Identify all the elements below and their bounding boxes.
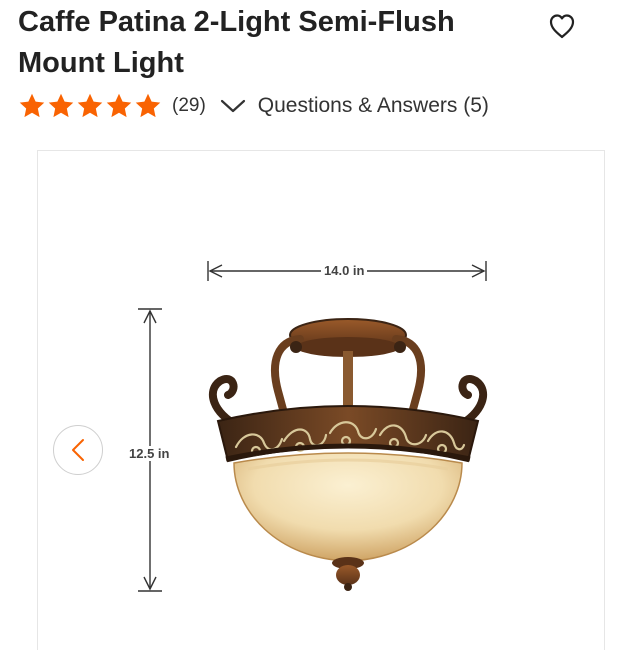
product-title: Caffe Patina 2-Light Semi-Flush Mount Li… bbox=[18, 6, 455, 79]
product-image-frame: 14.0 in 12.5 in bbox=[37, 150, 605, 650]
questions-answers-link[interactable]: Questions & Answers (5) bbox=[258, 94, 489, 118]
previous-image-button[interactable] bbox=[53, 425, 103, 475]
fixture-illustration bbox=[208, 318, 488, 591]
rating-row: (29) Questions & Answers (5) bbox=[18, 92, 489, 120]
ratings-expand-button[interactable] bbox=[220, 93, 246, 119]
chevron-left-icon bbox=[72, 439, 84, 461]
review-count[interactable]: (29) bbox=[172, 95, 206, 117]
star-icon bbox=[77, 93, 103, 118]
product-image[interactable] bbox=[38, 151, 605, 650]
favorite-button[interactable] bbox=[546, 10, 578, 42]
chevron-down-icon bbox=[220, 99, 245, 113]
star-icon bbox=[135, 93, 161, 118]
width-dimension-label: 14.0 in bbox=[321, 263, 368, 278]
star-icon bbox=[48, 93, 74, 118]
height-dimension-label: 12.5 in bbox=[126, 446, 173, 461]
star-rating[interactable] bbox=[18, 92, 162, 120]
star-icon bbox=[106, 93, 132, 118]
star-icon bbox=[19, 93, 45, 118]
heart-outline-icon bbox=[549, 14, 575, 39]
